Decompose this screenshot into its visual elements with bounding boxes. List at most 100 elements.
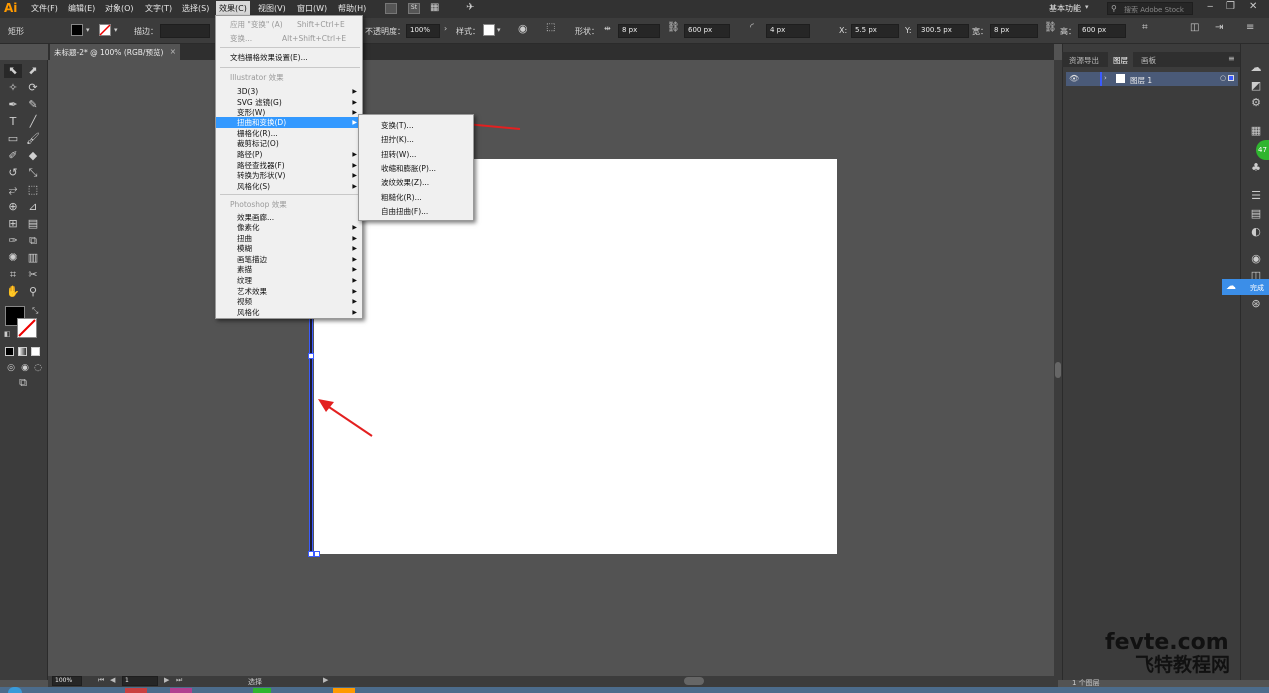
scale-tool-icon[interactable]: ⤡ xyxy=(26,166,40,180)
draw-inside-icon[interactable]: ◌ xyxy=(31,361,45,375)
screen-mode-icon[interactable]: ⧉ xyxy=(16,376,30,390)
menu-window[interactable]: 窗口(W) xyxy=(297,3,327,14)
panel-menu-icon[interactable]: ≡ xyxy=(1228,54,1235,63)
symbol-sprayer-icon[interactable]: ✺ xyxy=(6,251,20,265)
status-mode[interactable]: 选择 xyxy=(248,677,262,687)
lasso-icon[interactable]: ⟳ xyxy=(26,81,40,95)
menu-edit[interactable]: 编辑(E) xyxy=(68,3,95,14)
vertical-scrollbar[interactable] xyxy=(1054,60,1062,680)
chevron-down-icon[interactable]: ▾ xyxy=(1085,3,1089,11)
mesh-tool-icon[interactable]: ⊞ xyxy=(6,217,20,231)
document-tab[interactable]: 未标题-2* @ 100% (RGB/预览) × xyxy=(50,44,180,60)
rectangle-tool-icon[interactable]: ▭ xyxy=(6,132,20,146)
horizontal-scroll-thumb[interactable] xyxy=(684,677,704,685)
type-tool-icon[interactable]: T xyxy=(6,115,20,129)
shape-height-field[interactable]: 600 px xyxy=(684,24,730,38)
selection-tool-icon[interactable]: ⬉ xyxy=(6,64,20,78)
arrange-icon[interactable]: ⇥ xyxy=(1215,22,1223,33)
width-tool-icon[interactable]: ⥂ xyxy=(6,183,20,197)
default-colors-icon[interactable]: ◧ xyxy=(4,330,11,338)
symbols-icon[interactable]: ♣ xyxy=(1250,162,1262,174)
menu-item-video[interactable]: 视频 ▶ xyxy=(216,296,362,307)
menu-view[interactable]: 视图(V) xyxy=(258,3,286,14)
next-artboard-icon[interactable]: ▶ xyxy=(164,676,169,684)
direct-selection-tool-icon[interactable]: ⬈ xyxy=(26,64,40,78)
layer-row[interactable]: 👁 › 图层 1 ○ xyxy=(1066,72,1238,86)
link-icon[interactable]: ⛓ xyxy=(1044,22,1057,33)
complete-flyout[interactable]: ☁ 完成 xyxy=(1222,279,1269,295)
pen-tool-icon[interactable]: ✒ xyxy=(6,98,20,112)
menu-item-stylize-ps[interactable]: 风格化 ▶ xyxy=(216,307,362,318)
taskbar-app-icon[interactable] xyxy=(170,688,192,693)
zoom-tool-icon[interactable]: ⚲ xyxy=(26,285,40,299)
tab-asset-export[interactable]: 资源导出 xyxy=(1064,52,1104,67)
selection-handle[interactable] xyxy=(308,353,314,359)
chevron-right-icon[interactable]: › xyxy=(444,24,447,33)
align-icon[interactable]: ⬚ xyxy=(546,22,555,33)
draw-behind-icon[interactable]: ◉ xyxy=(18,361,32,375)
blend-tool-icon[interactable]: ⧉ xyxy=(26,234,40,248)
scrollbar-thumb[interactable] xyxy=(1055,362,1061,378)
layer-name[interactable]: 图层 1 xyxy=(1130,75,1152,86)
tab-layers[interactable]: 图层 xyxy=(1108,52,1133,67)
perspective-grid-icon[interactable]: ⊿ xyxy=(26,200,40,214)
target-circle-icon[interactable]: ○ xyxy=(1220,74,1226,82)
hand-tool-icon[interactable]: ✋ xyxy=(6,285,20,299)
taskbar-illustrator-icon[interactable] xyxy=(333,688,355,693)
taskbar-app-icon[interactable] xyxy=(125,688,147,693)
draw-mode-icon[interactable]: ◎ xyxy=(4,361,18,375)
navigator-icon[interactable]: ⚙ xyxy=(1250,97,1262,109)
stroke-color-swatch[interactable] xyxy=(17,318,37,338)
gradient-mode-icon[interactable] xyxy=(18,347,27,356)
close-icon[interactable]: ✕ xyxy=(1249,1,1257,12)
restore-icon[interactable]: ❐ xyxy=(1226,1,1235,12)
menu-item-sketch[interactable]: 素描 ▶ xyxy=(216,264,362,275)
menu-item-crop-marks[interactable]: 裁剪标记(O) xyxy=(216,138,362,149)
previous-artboard-icon[interactable]: ◀ xyxy=(110,676,115,684)
stroke-icon[interactable]: ☰ xyxy=(1250,190,1262,202)
stroke-swatch[interactable] xyxy=(99,24,111,36)
properties-icon[interactable]: ◩ xyxy=(1250,80,1262,92)
isolate-icon[interactable]: ◫ xyxy=(1190,22,1199,33)
start-button-icon[interactable] xyxy=(8,687,22,693)
minimize-icon[interactable]: ‒ xyxy=(1207,1,1213,12)
artboard-tool-icon[interactable]: ⌗ xyxy=(6,268,20,282)
artboard-number-field[interactable]: 1 xyxy=(122,676,158,686)
expand-arrow-icon[interactable]: › xyxy=(1104,74,1107,82)
menu-item-convert-to-shape[interactable]: 转换为形状(V) ▶ xyxy=(216,170,362,181)
gradient-icon[interactable]: ▤ xyxy=(1250,208,1262,220)
menu-item-blur[interactable]: 模糊 ▶ xyxy=(216,243,362,254)
notification-badge[interactable]: 47 xyxy=(1256,140,1269,160)
stock-icon[interactable]: St xyxy=(408,3,420,14)
magic-wand-icon[interactable]: ✧ xyxy=(6,81,20,95)
gradient-tool-icon[interactable]: ▤ xyxy=(26,217,40,231)
transparency-icon[interactable]: ◐ xyxy=(1250,226,1262,238)
menu-select[interactable]: 选择(S) xyxy=(182,3,209,14)
zoom-field[interactable]: 100% xyxy=(52,676,82,686)
close-icon[interactable]: × xyxy=(170,47,176,56)
first-artboard-icon[interactable]: ⏮ xyxy=(98,676,104,685)
none-mode-icon[interactable] xyxy=(31,347,40,356)
submenu-item-free-distort[interactable]: 自由扭曲(F)... xyxy=(359,206,473,217)
corner-radius-field[interactable]: 4 px xyxy=(766,24,810,38)
eyedropper-icon[interactable]: ✑ xyxy=(6,234,20,248)
tab-artboards[interactable]: 画板 xyxy=(1136,52,1161,67)
corner-icon[interactable]: ◜ xyxy=(750,22,754,33)
submenu-item-roughen[interactable]: 粗糙化(R)... xyxy=(359,192,473,203)
submenu-item-transform[interactable]: 变换(T)... xyxy=(359,120,473,131)
submenu-item-twist[interactable]: 扭转(W)... xyxy=(359,149,473,160)
fill-swatch[interactable] xyxy=(71,24,83,36)
chevron-down-icon[interactable]: ▾ xyxy=(497,26,501,34)
slice-tool-icon[interactable]: ✂ xyxy=(26,268,40,282)
style-swatch[interactable] xyxy=(483,24,495,36)
color-mode-icon[interactable] xyxy=(5,347,14,356)
menu-type[interactable]: 文字(T) xyxy=(145,3,172,14)
eye-icon[interactable]: 👁 xyxy=(1069,74,1079,83)
appearance-icon[interactable]: ◉ xyxy=(1250,253,1262,265)
layout-grid-icon[interactable]: ▦ xyxy=(430,2,439,13)
stock-search-field[interactable]: ⚲ 搜索 Adobe Stock xyxy=(1107,2,1193,15)
menu-file[interactable]: 文件(F) xyxy=(31,3,58,14)
free-transform-icon[interactable]: ⬚ xyxy=(26,183,40,197)
paintbrush-icon[interactable]: 🖌 xyxy=(26,132,40,146)
shape-width-field[interactable]: 8 px xyxy=(618,24,660,38)
